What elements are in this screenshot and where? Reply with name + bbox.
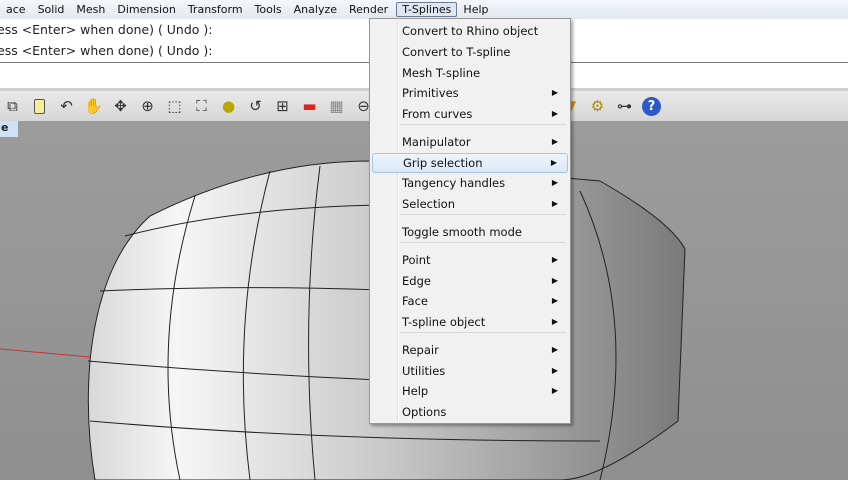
viewport-title-tab[interactable]: e xyxy=(0,121,18,137)
submenu-arrow-icon: ▶ xyxy=(551,366,558,375)
tree-icon[interactable]: ⊶ xyxy=(614,96,635,117)
menu-item-label: Manipulator xyxy=(402,135,471,149)
menu-item-label: Utilities xyxy=(402,364,446,378)
menu-render[interactable]: Render xyxy=(343,3,394,16)
menu-separator xyxy=(400,242,566,243)
menu-item-label: From curves xyxy=(402,107,473,121)
menu-item-label: Tangency handles xyxy=(402,176,506,190)
menu-item-point[interactable]: Point ▶ xyxy=(372,250,568,270)
undo-view-icon[interactable]: ↺ xyxy=(245,96,266,117)
undo-icon[interactable]: ↶ xyxy=(56,96,77,117)
menu-t-splines[interactable]: T-Splines xyxy=(396,2,458,17)
car-render-icon[interactable]: ▬ xyxy=(299,96,320,117)
zoom-in-icon[interactable]: ⊕ xyxy=(137,96,158,117)
menu-item-tangency-handles[interactable]: Tangency handles ▶ xyxy=(372,173,568,193)
menu-separator xyxy=(400,124,566,125)
tsplines-dropdown-menu: Convert to Rhino object Convert to T-spli… xyxy=(369,18,571,424)
submenu-arrow-icon: ▶ xyxy=(551,296,558,305)
menu-bar: ace Solid Mesh Dimension Transform Tools Analy… xyxy=(0,0,848,19)
menu-item-face[interactable]: Face ▶ xyxy=(372,291,568,311)
menu-item-repair[interactable]: Repair ▶ xyxy=(372,340,568,360)
menu-item-grip-selection[interactable]: Grip selection ▶ xyxy=(372,153,568,173)
submenu-arrow-icon: ▶ xyxy=(551,178,558,187)
menu-item-label: Grip selection xyxy=(403,156,483,170)
menu-separator xyxy=(400,214,566,215)
menu-item-label: Toggle smooth mode xyxy=(402,225,522,239)
menu-dimension[interactable]: Dimension xyxy=(111,3,181,16)
submenu-arrow-icon: ▶ xyxy=(550,158,557,167)
menu-item-mesh-t-spline[interactable]: Mesh T-spline xyxy=(372,63,568,83)
menu-item-label: Face xyxy=(402,294,429,308)
menu-item-label: T-spline object xyxy=(402,315,486,329)
menu-item-label: Edge xyxy=(402,274,431,288)
menu-item-toggle-smooth-mode[interactable]: Toggle smooth mode xyxy=(372,222,568,242)
menu-item-t-spline-object[interactable]: T-spline object ▶ xyxy=(372,312,568,332)
menu-analyze[interactable]: Analyze xyxy=(288,3,343,16)
menu-item-label: Convert to Rhino object xyxy=(402,24,539,38)
menu-help[interactable]: Help xyxy=(457,3,494,16)
menu-item-label: Point xyxy=(402,253,431,267)
zoom-window-icon[interactable]: ⬚ xyxy=(164,96,185,117)
menu-ace[interactable]: ace xyxy=(0,3,32,16)
menu-item-manipulator[interactable]: Manipulator ▶ xyxy=(372,132,568,152)
menu-separator xyxy=(400,332,566,333)
submenu-arrow-icon: ▶ xyxy=(551,88,558,97)
gear-icon[interactable]: ⚙ xyxy=(587,96,608,117)
submenu-arrow-icon: ▶ xyxy=(551,345,558,354)
zoom-selected-icon[interactable]: ● xyxy=(218,96,239,117)
help-icon[interactable]: ? xyxy=(641,96,662,117)
menu-item-convert-to-rhino-object[interactable]: Convert to Rhino object xyxy=(372,21,568,41)
menu-transform[interactable]: Transform xyxy=(182,3,249,16)
submenu-arrow-icon: ▶ xyxy=(551,255,558,264)
menu-item-convert-to-t-spline[interactable]: Convert to T-spline xyxy=(372,42,568,62)
submenu-arrow-icon: ▶ xyxy=(551,199,558,208)
menu-item-help[interactable]: Help ▶ xyxy=(372,381,568,401)
menu-item-label: Options xyxy=(402,405,447,419)
menu-item-selection[interactable]: Selection ▶ xyxy=(372,194,568,214)
submenu-arrow-icon: ▶ xyxy=(551,386,558,395)
menu-item-label: Mesh T-spline xyxy=(402,66,481,80)
menu-item-primitives[interactable]: Primitives ▶ xyxy=(372,83,568,103)
copy-icon[interactable]: ⧉ xyxy=(2,96,23,117)
grid-icon[interactable]: ▦ xyxy=(326,96,347,117)
menu-mesh[interactable]: Mesh xyxy=(70,3,111,16)
zoom-extents-icon[interactable]: ⛶ xyxy=(191,96,212,117)
submenu-arrow-icon: ▶ xyxy=(551,137,558,146)
menu-item-utilities[interactable]: Utilities ▶ xyxy=(372,361,568,381)
menu-item-edge[interactable]: Edge ▶ xyxy=(372,271,568,291)
menu-item-label: Help xyxy=(402,384,429,398)
menu-tools[interactable]: Tools xyxy=(249,3,288,16)
submenu-arrow-icon: ▶ xyxy=(551,276,558,285)
four-viewports-icon[interactable]: ⊞ xyxy=(272,96,293,117)
submenu-arrow-icon: ▶ xyxy=(551,317,558,326)
menu-item-options[interactable]: Options xyxy=(372,402,568,422)
menu-solid[interactable]: Solid xyxy=(32,3,71,16)
menu-item-from-curves[interactable]: From curves ▶ xyxy=(372,104,568,124)
pan-hand-icon[interactable]: ✋ xyxy=(83,96,104,117)
menu-item-label: Primitives xyxy=(402,86,459,100)
menu-item-label: Convert to T-spline xyxy=(402,45,511,59)
menu-item-label: Repair xyxy=(402,343,439,357)
rotate-view-icon[interactable]: ✥ xyxy=(110,96,131,117)
paste-icon[interactable] xyxy=(29,96,50,117)
submenu-arrow-icon: ▶ xyxy=(551,109,558,118)
menu-item-label: Selection xyxy=(402,197,455,211)
